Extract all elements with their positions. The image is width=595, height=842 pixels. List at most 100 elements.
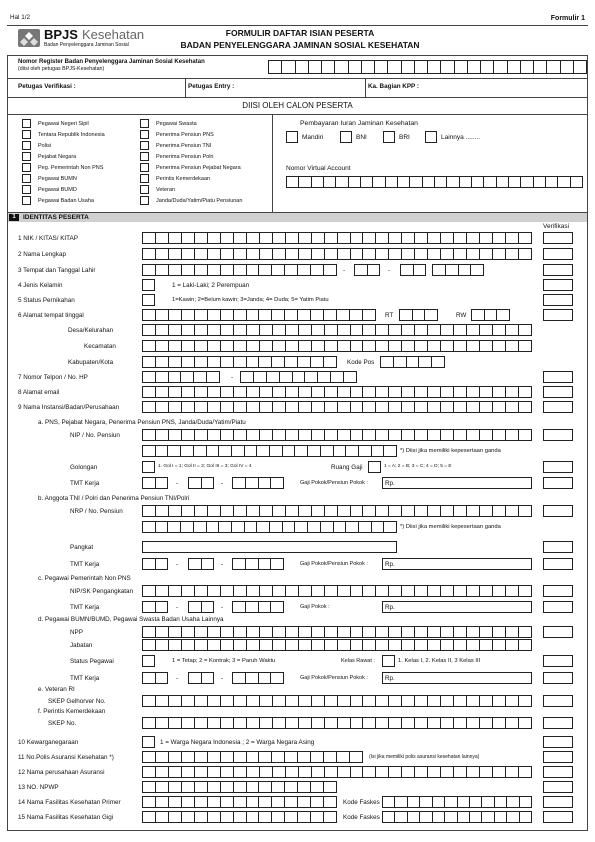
skep-field[interactable]	[142, 717, 533, 729]
gaji-field[interactable]	[382, 477, 532, 489]
verifikasi-box[interactable]	[543, 655, 573, 667]
verifikasi-box[interactable]	[543, 781, 573, 793]
verifikasi-box[interactable]	[543, 264, 573, 276]
verifikasi-box[interactable]	[543, 477, 573, 489]
checkbox-category[interactable]	[140, 119, 149, 128]
tmt-mm[interactable]	[188, 558, 214, 570]
checkbox-category[interactable]	[22, 152, 31, 161]
tmt-mm[interactable]	[188, 601, 214, 613]
tgl-lahir-dd[interactable]	[354, 264, 380, 276]
pangkat-field[interactable]	[142, 541, 397, 553]
checkbox-category[interactable]	[140, 141, 149, 150]
tmt-dd[interactable]	[142, 558, 168, 570]
verifikasi-box[interactable]	[543, 717, 573, 729]
instansi-field[interactable]	[142, 401, 533, 413]
verifikasi-box[interactable]	[543, 232, 573, 244]
checkbox-category[interactable]	[22, 163, 31, 172]
nrp-field[interactable]	[142, 505, 533, 517]
skep-gelhorver-field[interactable]	[142, 695, 533, 707]
tmt-dd[interactable]	[142, 672, 168, 684]
kecamatan-field[interactable]	[142, 340, 533, 352]
jabatan-field[interactable]	[142, 639, 533, 651]
checkbox-category[interactable]	[22, 130, 31, 139]
alamat-field[interactable]	[142, 309, 376, 321]
verifikasi-box[interactable]	[543, 461, 573, 473]
kode-faskes-primer-field[interactable]	[382, 796, 533, 808]
tmt-yyyy[interactable]	[232, 601, 284, 613]
kodepos-field[interactable]	[380, 356, 445, 368]
checkbox-category[interactable]	[22, 185, 31, 194]
verifikasi-box[interactable]	[543, 279, 573, 291]
telp-number-field[interactable]	[240, 371, 358, 383]
verifikasi-box[interactable]	[543, 736, 573, 748]
nip-field[interactable]	[142, 429, 533, 441]
checkbox-category[interactable]	[140, 130, 149, 139]
verifikasi-box[interactable]	[543, 248, 573, 260]
checkbox-category[interactable]	[140, 163, 149, 172]
verifikasi-box[interactable]	[543, 585, 573, 597]
desa-field[interactable]	[142, 324, 533, 336]
tmt-yyyy[interactable]	[232, 558, 284, 570]
checkbox-category[interactable]	[22, 141, 31, 150]
tempat-lahir-field[interactable]	[142, 264, 338, 276]
faskes-primer-field[interactable]	[142, 796, 338, 808]
status-nikah-field[interactable]	[142, 294, 155, 306]
gaji-field[interactable]	[382, 558, 532, 570]
register-number-field[interactable]	[268, 60, 587, 74]
checkbox-category[interactable]	[140, 174, 149, 183]
ruang-gaji-field[interactable]	[368, 461, 381, 473]
checkbox-category[interactable]	[22, 119, 31, 128]
verifikasi-box[interactable]	[543, 601, 573, 613]
verifikasi-box[interactable]	[543, 386, 573, 398]
checkbox-bri[interactable]	[383, 131, 395, 143]
checkbox-category[interactable]	[22, 174, 31, 183]
status-pegawai-field[interactable]	[142, 655, 155, 667]
verifikasi-box[interactable]	[543, 309, 573, 321]
npp-field[interactable]	[142, 626, 533, 638]
checkbox-category[interactable]	[140, 185, 149, 194]
kewarganegaraan-field[interactable]	[142, 736, 155, 748]
checkbox-mandiri[interactable]	[286, 131, 298, 143]
gaji-field[interactable]	[382, 672, 532, 684]
tmt-mm[interactable]	[188, 477, 214, 489]
kelas-rawat-field[interactable]	[382, 655, 395, 667]
nik-field[interactable]	[142, 232, 533, 244]
email-field[interactable]	[142, 386, 533, 398]
tmt-yyyy[interactable]	[232, 477, 284, 489]
nama-field[interactable]	[142, 248, 533, 260]
verifikasi-box[interactable]	[543, 294, 573, 306]
verifikasi-box[interactable]	[543, 811, 573, 823]
verifikasi-box[interactable]	[543, 672, 573, 684]
checkbox-category[interactable]	[140, 152, 149, 161]
verifikasi-box[interactable]	[543, 766, 573, 778]
checkbox-category[interactable]	[22, 196, 31, 205]
tmt-yyyy[interactable]	[232, 672, 284, 684]
npwp-field[interactable]	[142, 781, 338, 793]
verifikasi-box[interactable]	[543, 558, 573, 570]
checkbox-lainnya[interactable]	[425, 131, 437, 143]
verifikasi-box[interactable]	[543, 751, 573, 763]
perusahaan-asuransi-field[interactable]	[142, 766, 533, 778]
golongan-field[interactable]	[142, 461, 155, 473]
checkbox-bni[interactable]	[340, 131, 352, 143]
checkbox-category[interactable]	[140, 196, 149, 205]
verifikasi-box[interactable]	[543, 695, 573, 707]
tgl-lahir-mm[interactable]	[400, 264, 426, 276]
verifikasi-box[interactable]	[543, 796, 573, 808]
nrp-alt-field[interactable]	[142, 521, 398, 533]
verifikasi-box[interactable]	[543, 626, 573, 638]
nip-alt-field[interactable]	[142, 445, 398, 457]
rw-field[interactable]	[471, 309, 511, 321]
tmt-mm[interactable]	[188, 672, 214, 684]
verifikasi-box[interactable]	[543, 429, 573, 441]
kabupaten-field[interactable]	[142, 356, 338, 368]
verifikasi-box[interactable]	[543, 401, 573, 413]
rt-field[interactable]	[399, 309, 439, 321]
verifikasi-box[interactable]	[543, 505, 573, 517]
tgl-lahir-yyyy[interactable]	[432, 264, 484, 276]
verifikasi-box[interactable]	[543, 371, 573, 383]
verifikasi-box[interactable]	[543, 541, 573, 553]
virtual-account-field[interactable]	[286, 176, 583, 188]
faskes-gigi-field[interactable]	[142, 811, 338, 823]
telp-prefix-field[interactable]	[142, 371, 220, 383]
